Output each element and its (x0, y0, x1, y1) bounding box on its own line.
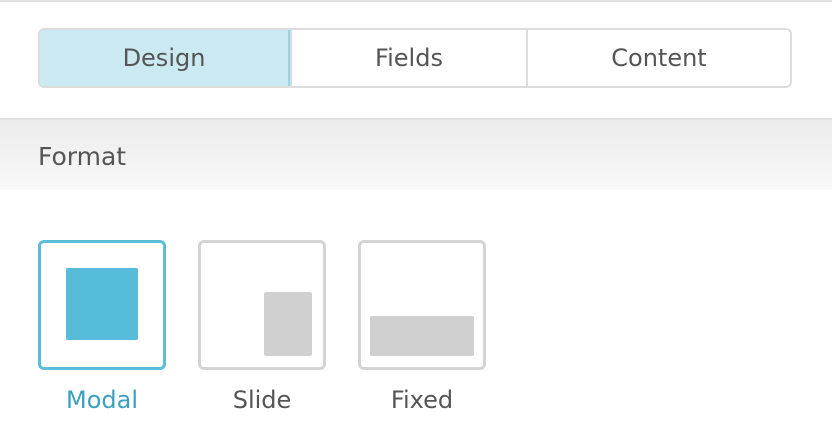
format-label-fixed[interactable]: Fixed (358, 386, 486, 414)
tab-content[interactable]: Content (526, 30, 790, 86)
tab-fields[interactable]: Fields (290, 30, 526, 86)
format-option-fixed[interactable] (358, 240, 486, 370)
format-section-header: Format (0, 118, 832, 190)
top-divider (0, 0, 832, 2)
section-title: Format (38, 142, 127, 171)
format-label-modal[interactable]: Modal (38, 386, 166, 414)
format-option-slide[interactable] (198, 240, 326, 370)
tab-bar: Design Fields Content (38, 28, 792, 88)
format-label-slide[interactable]: Slide (198, 386, 326, 414)
format-option-modal[interactable] (38, 240, 166, 370)
tab-design[interactable]: Design (40, 30, 290, 86)
fixed-layout-icon (370, 316, 474, 356)
modal-layout-icon (66, 268, 138, 340)
slide-layout-icon (264, 292, 312, 356)
